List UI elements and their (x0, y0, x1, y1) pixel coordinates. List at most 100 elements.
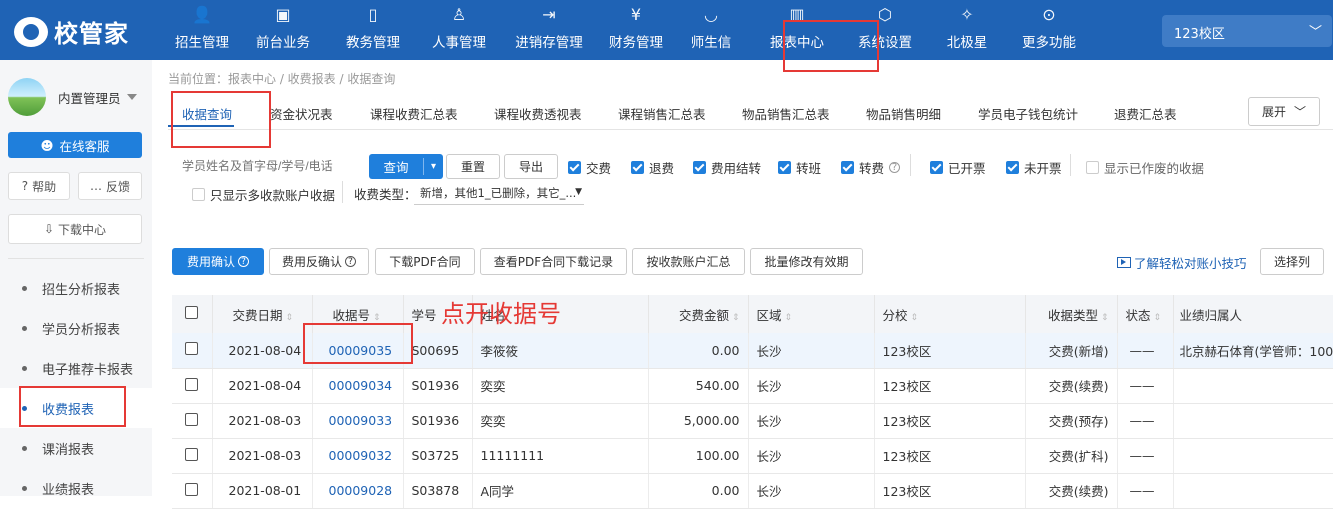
menu-item-student-report[interactable]: 学员分析报表 (0, 308, 152, 348)
row-select-cell[interactable] (172, 368, 213, 404)
query-button[interactable]: 查询 ▾ (369, 154, 443, 179)
column-header-date[interactable]: 交费日期 ⇕ (212, 295, 313, 333)
tab-item-sales-detail[interactable]: 物品销售明细 (866, 104, 941, 123)
sort-icon[interactable]: ⇕ (785, 313, 793, 323)
checkbox-invoiced[interactable]: 已开票 (930, 158, 986, 177)
table-row[interactable]: 2021-08-04 00009035 S00695 李筱筱 0.00 长沙 1… (172, 333, 1333, 369)
fee-unconfirm-button[interactable]: 费用反确认? (269, 248, 369, 275)
nav-item-enrollment[interactable]: 👤 招生管理 (166, 0, 238, 60)
row-checkbox[interactable] (185, 447, 199, 461)
sort-icon[interactable]: ⇕ (732, 313, 740, 323)
column-header-owner[interactable]: 业绩归属人 (1173, 295, 1333, 333)
checkbox-icon (693, 161, 706, 174)
checkbox-show-voided[interactable]: 显示已作废的收据 (1086, 158, 1204, 177)
receipt-link[interactable]: 00009034 (329, 378, 393, 393)
download-center-button[interactable]: ⇩ 下载中心 (8, 214, 142, 244)
row-checkbox[interactable] (185, 342, 199, 356)
cell-amount: 540.00 (648, 368, 749, 404)
menu-item-fee-report[interactable]: 收费报表 (0, 388, 152, 428)
menu-item-lesson-report[interactable]: 课消报表 (0, 428, 152, 468)
tab-receipt-query[interactable]: 收据查询 (182, 104, 232, 123)
help-button[interactable]: ? 帮助 (8, 172, 70, 200)
tab-course-fee-pivot[interactable]: 课程收费透视表 (494, 104, 582, 123)
checkbox-refund[interactable]: 退费 (631, 158, 674, 177)
column-header-receipt-type[interactable]: 收据类型 ⇕ (1025, 295, 1118, 333)
tab-e-wallet-stats[interactable]: 学员电子钱包统计 (978, 104, 1078, 123)
tab-refund-summary[interactable]: 退费汇总表 (1114, 104, 1177, 123)
nav-item-finance[interactable]: ¥ 财务管理 (598, 0, 674, 60)
reconciliation-tips-link[interactable]: 了解轻松对账小技巧 (1117, 253, 1247, 272)
book-icon: ▯ (368, 5, 378, 24)
campus-select[interactable]: 123校区 ﹀ (1162, 15, 1332, 47)
select-all-cell[interactable] (172, 295, 213, 333)
menu-item-referral-report[interactable]: 电子推荐卡报表 (0, 348, 152, 388)
sort-icon[interactable]: ⇕ (1101, 313, 1109, 323)
tab-item-sales-summary[interactable]: 物品销售汇总表 (742, 104, 830, 123)
column-header-region[interactable]: 区域 ⇕ (748, 295, 875, 333)
receipt-link[interactable]: 00009035 (329, 343, 393, 358)
column-header-branch[interactable]: 分校 ⇕ (874, 295, 1026, 333)
nav-item-front-desk[interactable]: ▣ 前台业务 (238, 0, 328, 60)
online-service-button[interactable]: ☻ 在线客服 (8, 132, 142, 158)
checkbox-fee-transfer[interactable]: 转费? (841, 158, 901, 177)
checkbox-not-invoiced[interactable]: 未开票 (1006, 158, 1062, 177)
table-row[interactable]: 2021-08-03 00009033 S01936 奕奕 5,000.00 长… (172, 403, 1333, 439)
nav-item-more[interactable]: ⊙ 更多功能 (1010, 0, 1088, 60)
app-logo[interactable]: 校管家 (14, 14, 129, 49)
sort-icon[interactable]: ⇕ (286, 313, 294, 323)
reset-button[interactable]: 重置 (446, 154, 500, 179)
column-header-status[interactable]: 状态 ⇕ (1117, 295, 1174, 333)
tab-course-fee-summary[interactable]: 课程收费汇总表 (370, 104, 458, 123)
nav-item-hr[interactable]: ♙ 人事管理 (418, 0, 500, 60)
nav-item-inventory[interactable]: ⇥ 进销存管理 (500, 0, 598, 60)
row-select-cell[interactable] (172, 333, 213, 369)
row-checkbox[interactable] (185, 412, 199, 426)
expand-button[interactable]: 展开 ﹀ (1248, 97, 1320, 126)
checkbox-class-transfer[interactable]: 转班 (778, 158, 821, 177)
tab-course-sales-summary[interactable]: 课程销售汇总表 (618, 104, 706, 123)
fee-confirm-button[interactable]: 费用确认? (172, 248, 264, 275)
table-row[interactable]: 2021-08-04 00009034 S01936 奕奕 540.00 长沙 … (172, 368, 1333, 404)
menu-item-label: 招生分析报表 (42, 282, 121, 298)
checkbox-fee-carryover[interactable]: 费用结转 (693, 158, 761, 177)
summary-by-account-button[interactable]: 按收款账户汇总 (632, 248, 745, 275)
export-button[interactable]: 导出 (504, 154, 558, 179)
nav-item-messages[interactable]: ◡ 师生信 (674, 0, 748, 60)
chevron-down-icon[interactable]: ▾ (424, 161, 443, 172)
sort-icon[interactable]: ⇕ (911, 313, 919, 323)
select-all-checkbox[interactable] (185, 306, 199, 319)
nav-item-reports[interactable]: ▥ 报表中心 (748, 0, 846, 60)
row-select-cell[interactable] (172, 473, 213, 509)
pdf-download-records-button[interactable]: 查看PDF合同下载记录 (480, 248, 627, 275)
receipt-link[interactable]: 00009032 (329, 448, 393, 463)
row-checkbox[interactable] (185, 482, 199, 496)
yen-icon: ¥ (630, 5, 642, 24)
receipt-link[interactable]: 00009033 (329, 413, 393, 428)
nav-item-academic[interactable]: ▯ 教务管理 (328, 0, 418, 60)
select-columns-button[interactable]: 选择列 (1260, 248, 1324, 275)
table-row[interactable]: 2021-08-01 00009028 S03878 A同学 0.00 长沙 1… (172, 473, 1333, 509)
column-header-receipt[interactable]: 收据号 ⇕ (312, 295, 404, 333)
tab-fund-status[interactable]: 资金状况表 (270, 104, 333, 123)
row-select-cell[interactable] (172, 403, 213, 439)
user-menu[interactable]: 内置管理员 (8, 78, 137, 116)
menu-item-performance-report[interactable]: 业绩报表 (0, 468, 152, 508)
sort-icon[interactable]: ⇕ (373, 313, 381, 323)
row-select-cell[interactable] (172, 438, 213, 474)
table-row[interactable]: 2021-08-03 00009032 S03725 11111111 100.… (172, 438, 1333, 474)
checkbox-payment[interactable]: 交费 (568, 158, 611, 177)
sort-icon[interactable]: ⇕ (1154, 313, 1162, 323)
question-icon[interactable]: ? (889, 162, 901, 173)
download-pdf-contract-button[interactable]: 下载PDF合同 (375, 248, 475, 275)
batch-edit-validity-button[interactable]: 批量修改有效期 (750, 248, 863, 275)
cell-region: 长沙 (748, 438, 875, 474)
row-checkbox[interactable] (185, 377, 199, 391)
column-header-amount[interactable]: 交费金额 ⇕ (648, 295, 749, 333)
nav-item-settings[interactable]: ⬡ 系统设置 (846, 0, 924, 60)
feedback-button[interactable]: … 反馈 (78, 172, 142, 200)
menu-item-enrollment-report[interactable]: 招生分析报表 (0, 268, 152, 308)
search-input[interactable] (178, 154, 368, 178)
checkbox-multi-account-only[interactable]: 只显示多收款账户收据 (192, 185, 335, 204)
fee-type-select[interactable]: 新增，其他1_已删除，其它_... ▼ (414, 183, 584, 205)
nav-item-polaris[interactable]: ✧ 北极星 (924, 0, 1010, 60)
